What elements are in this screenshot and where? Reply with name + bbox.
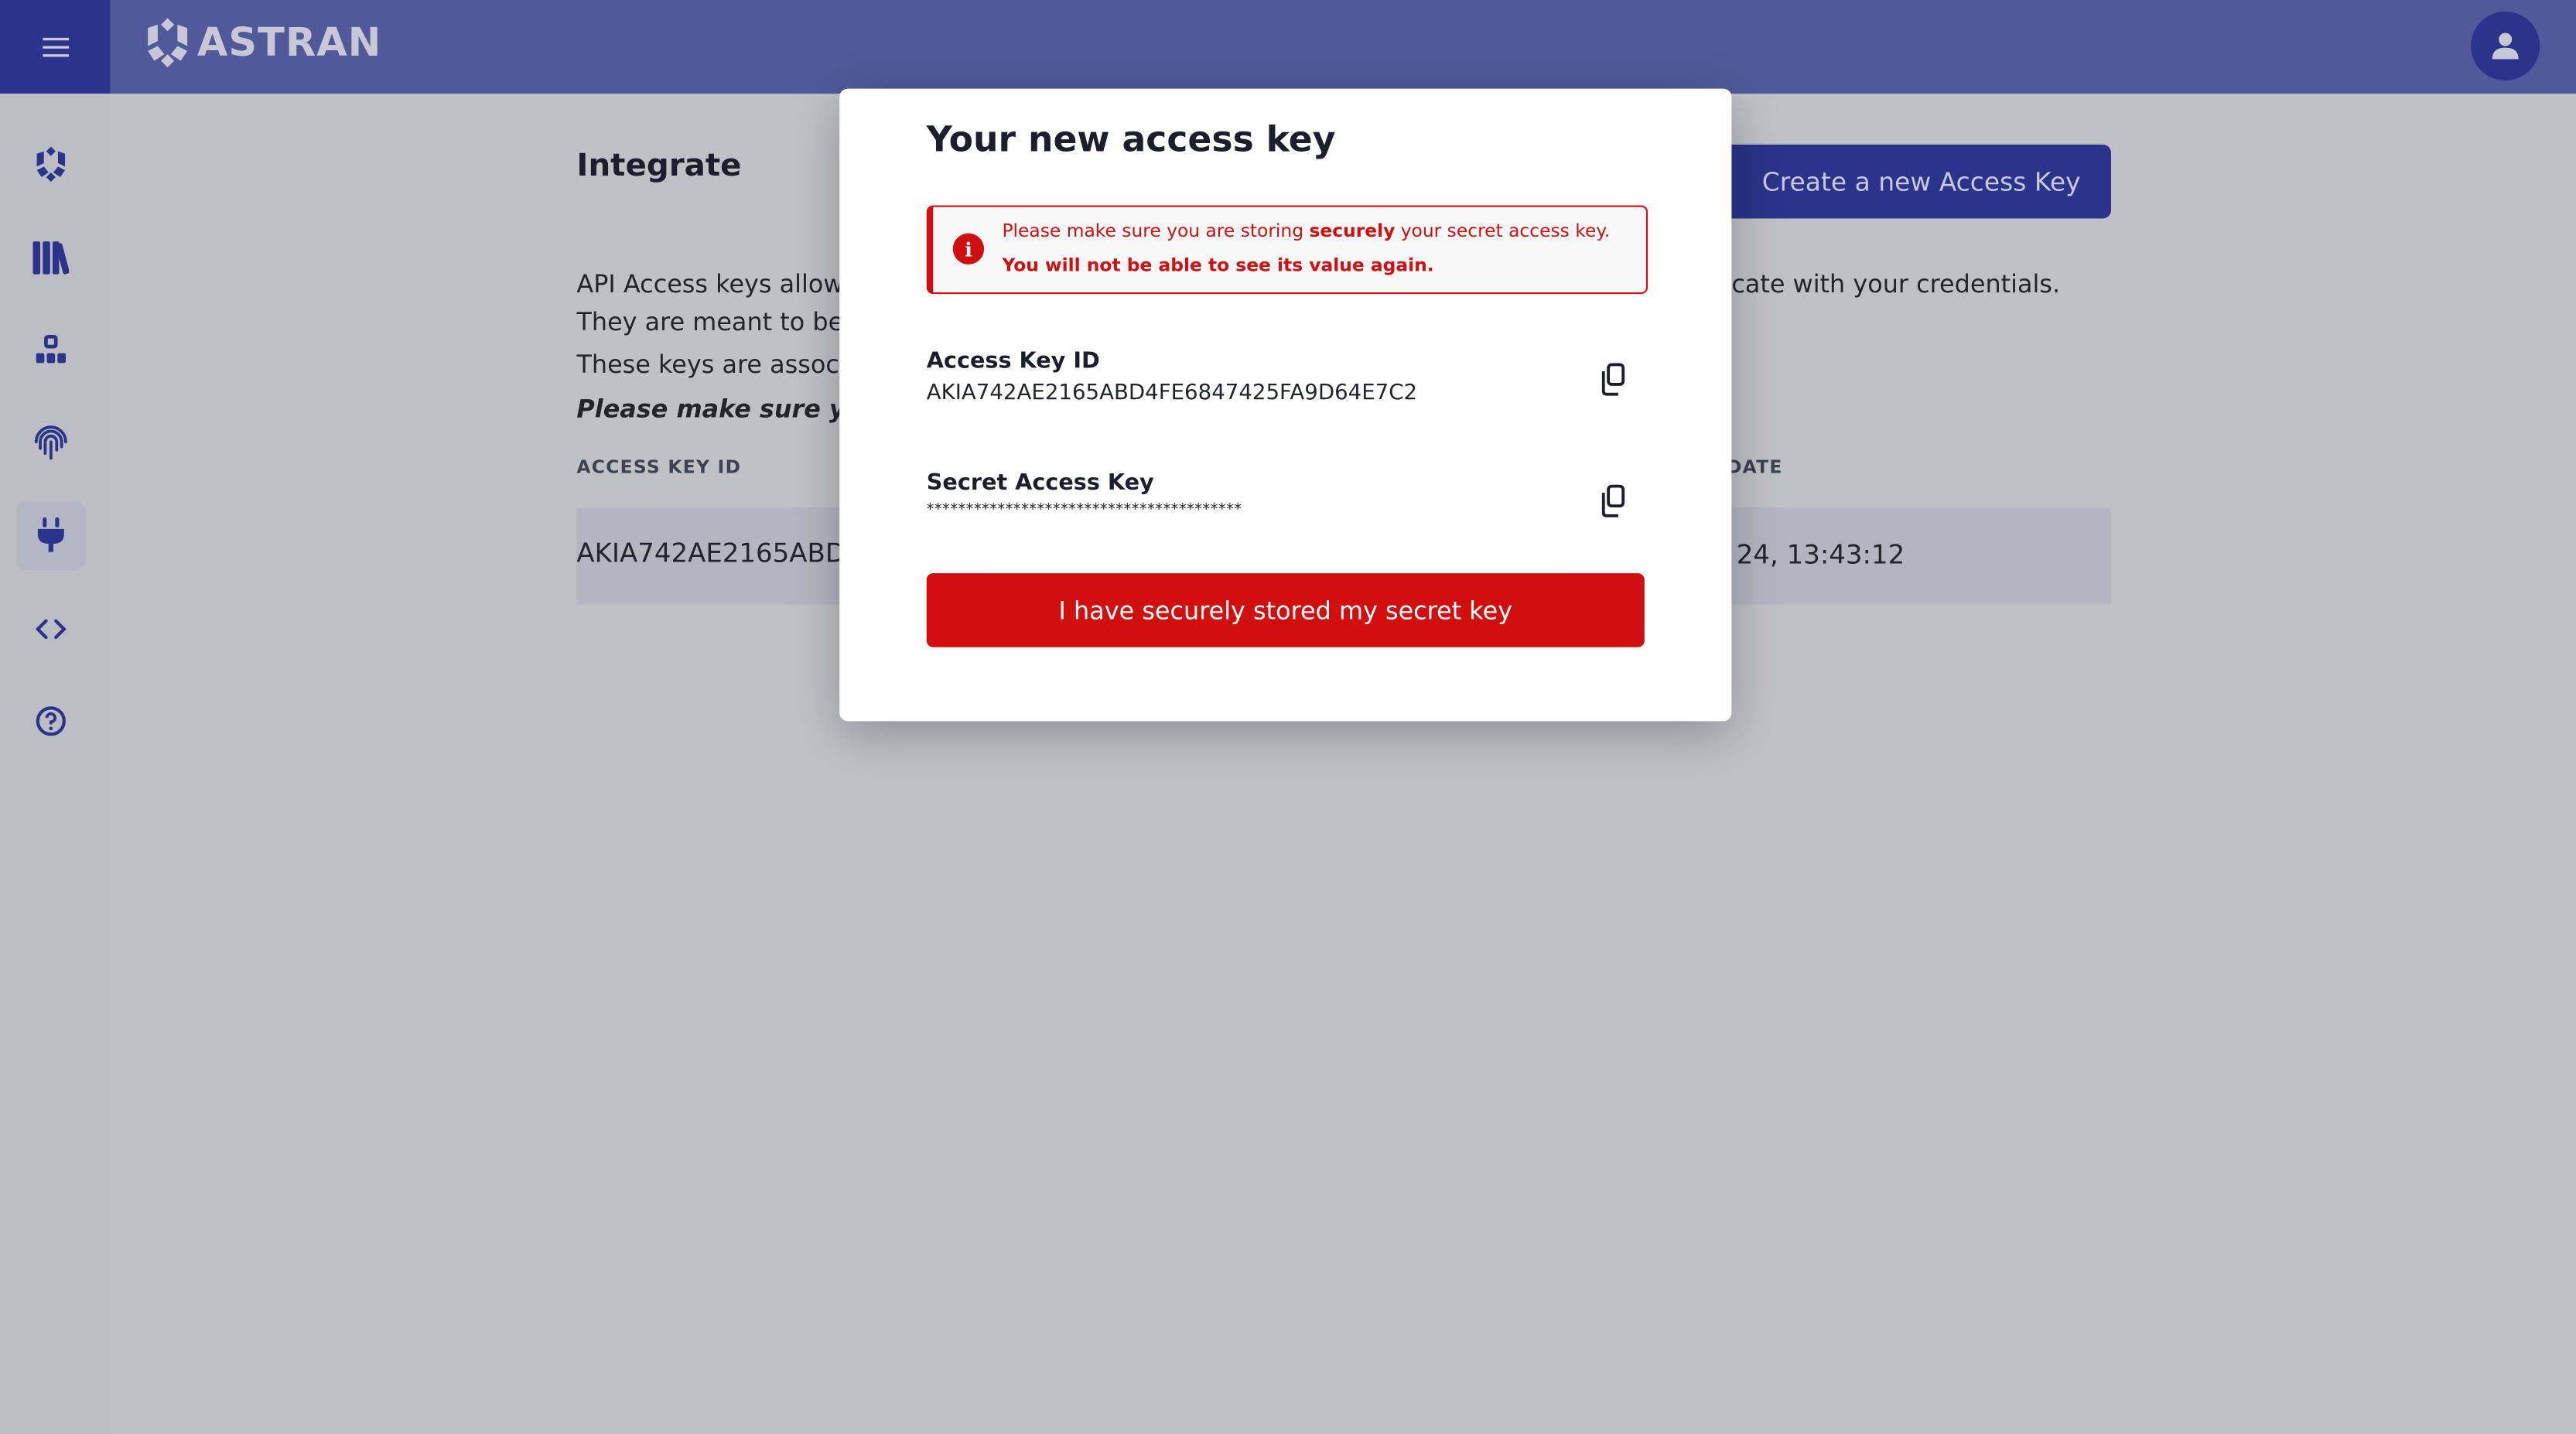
- secret-access-key-label: Secret Access Key: [926, 469, 1154, 497]
- sidebar-item-help[interactable]: [16, 687, 85, 756]
- new-access-key-modal: Your new access key i Please make sure y…: [839, 88, 1732, 722]
- sidebar: [0, 94, 111, 1434]
- column-header-access-key-id: ACCESS KEY ID: [576, 456, 742, 479]
- warning-alert: i Please make sure you are storing secur…: [926, 205, 1648, 295]
- copy-access-key-id-icon[interactable]: [1594, 360, 1633, 399]
- description-line-2: They are meant to be: [576, 307, 840, 337]
- access-key-id-cell: AKIA742AE2165ABD: [576, 537, 840, 568]
- brand-name: ASTRAN: [196, 19, 382, 66]
- info-icon: i: [952, 233, 985, 265]
- hierarchy-icon: [36, 335, 66, 364]
- plug-icon: [37, 517, 64, 552]
- hamburger-icon: [42, 36, 69, 56]
- alert-text-end: your secret access key.: [1395, 220, 1611, 242]
- help-icon: [36, 706, 66, 736]
- menu-button[interactable]: [0, 0, 111, 94]
- alert-text: Please make sure you are storing: [1002, 220, 1310, 242]
- top-bar: ASTRAN: [0, 0, 2576, 94]
- sidebar-item-hierarchy[interactable]: [16, 316, 85, 384]
- access-key-id-value: AKIA742AE2165ABD4FE6847425FA9D64E7C2: [926, 381, 1418, 406]
- page-title: Integrate: [576, 148, 742, 184]
- description-line-1-end: cate with your credentials.: [1731, 269, 2061, 299]
- brand-logo[interactable]: ASTRAN: [145, 18, 382, 68]
- alert-line-1: Please make sure you are storing securel…: [1002, 220, 1610, 242]
- code-icon: [35, 619, 67, 640]
- create-access-key-button[interactable]: Create a new Access Key: [1731, 144, 2111, 219]
- astran-logo-icon: [148, 18, 188, 68]
- astran-logo-icon: [36, 146, 66, 183]
- date-cell: 24, 13:43:12: [1736, 538, 1905, 570]
- description-line-1: API Access keys allow: [576, 269, 840, 299]
- app: ASTRAN Integrate Create a new Access Key: [0, 0, 2576, 1434]
- fingerprint-icon: [34, 425, 67, 460]
- alert-line-2: You will not be able to see its value ag…: [1002, 254, 1434, 276]
- secret-access-key-value: ****************************************: [926, 502, 1242, 520]
- copy-secret-key-icon[interactable]: [1594, 481, 1633, 521]
- column-header-date: DATE: [1731, 456, 1783, 479]
- sidebar-item-fingerprint[interactable]: [16, 408, 85, 476]
- description-line-3: These keys are associ: [576, 350, 840, 380]
- user-avatar-button[interactable]: [2471, 11, 2540, 81]
- sidebar-item-library[interactable]: [16, 224, 85, 292]
- access-key-id-label: Access Key ID: [926, 348, 1100, 375]
- user-icon: [2492, 32, 2519, 60]
- library-icon: [32, 241, 70, 275]
- confirm-stored-button[interactable]: I have securely stored my secret key: [926, 573, 1645, 647]
- warning-line: Please make sure yo: [576, 394, 840, 424]
- sidebar-item-integrate[interactable]: [16, 500, 86, 570]
- alert-emphasis: securely: [1309, 220, 1396, 242]
- modal-title: Your new access key: [926, 120, 1336, 162]
- sidebar-item-code[interactable]: [16, 595, 85, 664]
- sidebar-item-home[interactable]: [16, 130, 85, 199]
